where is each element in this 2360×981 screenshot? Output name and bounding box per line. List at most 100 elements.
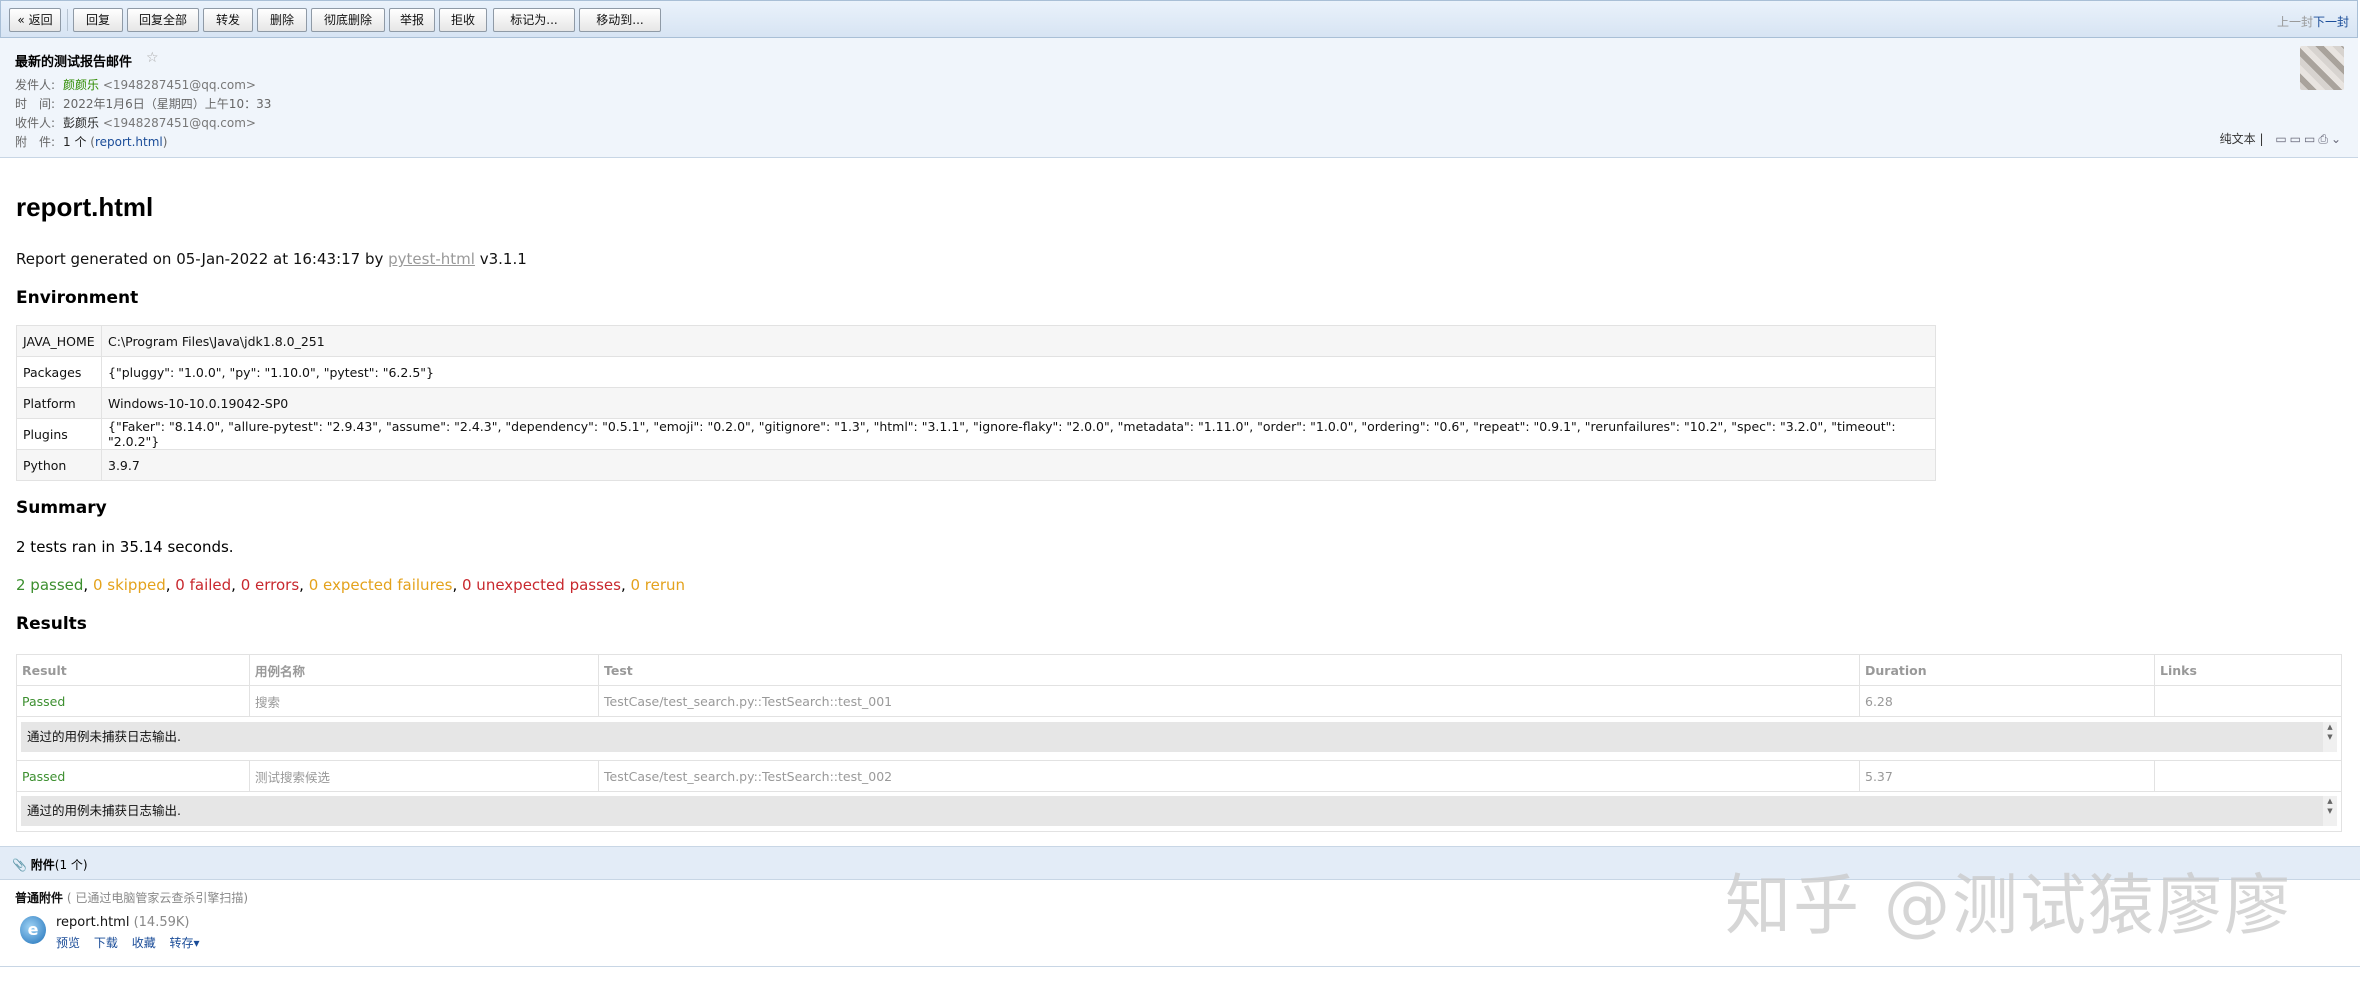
back-button[interactable]: « 返回 [9, 8, 61, 32]
paperclip-icon: 📎 [12, 858, 27, 872]
env-value: C:\Program Files\Java\jdk1.8.0_251 [101, 325, 1936, 357]
sender-name[interactable]: 颜颜乐 [63, 78, 99, 92]
env-value: {"pluggy": "1.0.0", "py": "1.10.0", "pyt… [101, 356, 1936, 388]
report-spam-button[interactable]: 举报 [389, 8, 435, 32]
save-to-dropdown[interactable]: 转存▾ [170, 936, 200, 950]
time-row: 时 间: 2022年1月6日（星期四）上午10：33 [15, 95, 271, 112]
col-duration[interactable]: Duration [1859, 654, 2155, 686]
time-label: 时 间: [15, 97, 56, 111]
to-label: 收件人: [15, 116, 56, 130]
env-row: Plugins {"Faker": "8.14.0", "allure-pytes… [16, 418, 1936, 450]
forward-button[interactable]: 转发 [203, 8, 253, 32]
attachment-label: 附 件: [15, 135, 56, 149]
recipient-name[interactable]: 彭颜乐 [63, 116, 99, 130]
env-key: Packages [16, 356, 102, 388]
from-row: 发件人: 颜颜乐 <1948287451@qq.com> [15, 76, 256, 93]
col-links: Links [2154, 654, 2342, 686]
log-scrollbar[interactable]: ▲ ▼ [2323, 722, 2337, 752]
watermark: 知乎 @测试猿廖廖 [1725, 867, 2292, 944]
attachment-file[interactable]: report.html (14.59K) [56, 915, 189, 930]
summary-counts: 2 passed, 0 skipped, 0 failed, 0 errors,… [16, 576, 686, 594]
case-name-cell: 搜索 [249, 685, 599, 717]
test-cell: TestCase/test_search.py::TestSearch::tes… [598, 685, 1860, 717]
env-row: JAVA_HOME C:\Program Files\Java\jdk1.8.0_… [16, 325, 1936, 357]
links-cell [2154, 685, 2342, 717]
recipient-address: <1948287451@qq.com> [102, 116, 256, 130]
env-value: {"Faker": "8.14.0", "allure-pytest": "2.… [101, 418, 1936, 450]
pytest-html-link[interactable]: pytest-html [388, 250, 475, 268]
sender-address: <1948287451@qq.com> [102, 78, 256, 92]
log-text: 通过的用例未捕获日志输出. [27, 803, 181, 818]
log-text: 通过的用例未捕获日志输出. [27, 729, 181, 744]
table-row[interactable]: Passed 搜索 TestCase/test_search.py::TestS… [16, 685, 2342, 717]
view-options-icon[interactable]: ▭▭▭⎙⌄ [2275, 132, 2344, 147]
report-title: report.html [16, 192, 154, 222]
reply-button[interactable]: 回复 [73, 8, 123, 32]
links-cell [2154, 760, 2342, 792]
env-key: Python [16, 449, 102, 481]
toolbar-separator [67, 9, 68, 31]
next-mail-link[interactable]: 下一封 [2313, 13, 2349, 30]
env-value: Windows-10-10.0.19042-SP0 [101, 387, 1936, 419]
attachment-section-label: 普通附件 ( 已通过电脑管家云查杀引擎扫描) [15, 891, 249, 905]
result-cell: Passed [16, 685, 250, 717]
mark-as-dropdown[interactable]: 标记为... [493, 8, 575, 32]
mail-subject: 最新的测试报告邮件 [15, 55, 133, 70]
results-header-row: Result 用例名称 Test Duration Links [16, 654, 2342, 686]
results-heading: Results [16, 614, 87, 634]
col-case-name[interactable]: 用例名称 [249, 654, 599, 686]
case-name-cell: 测试搜索候选 [249, 760, 599, 792]
duration-cell: 5.37 [1859, 760, 2155, 792]
move-to-dropdown[interactable]: 移动到... [579, 8, 661, 32]
bottom-divider [0, 966, 2360, 967]
log-output-box[interactable]: 通过的用例未捕获日志输出. ▲ ▼ [21, 796, 2337, 826]
reject-button[interactable]: 拒收 [439, 8, 487, 32]
report-generated-line: Report generated on 05-Jan-2022 at 16:43… [16, 250, 527, 268]
env-key: Platform [16, 387, 102, 419]
rerun-filter[interactable]: 0 rerun [631, 576, 686, 594]
preview-link[interactable]: 预览 [56, 936, 80, 950]
summary-heading: Summary [16, 498, 107, 518]
plain-text-link[interactable]: 纯文本 [2220, 132, 2256, 146]
summary-text: 2 tests ran in 35.14 seconds. [16, 538, 234, 556]
download-link[interactable]: 下载 [94, 936, 118, 950]
env-value: 3.9.7 [101, 449, 1936, 481]
env-row: Packages {"pluggy": "1.0.0", "py": "1.10.… [16, 356, 1936, 388]
star-icon[interactable]: ☆ [146, 50, 159, 66]
mail-header: 最新的测试报告邮件 ☆ 发件人: 颜颜乐 <1948287451@qq.com> … [0, 38, 2358, 158]
env-row: Platform Windows-10-10.0.19042-SP0 [16, 387, 1936, 419]
from-label: 发件人: [15, 78, 56, 92]
reply-all-button[interactable]: 回复全部 [127, 8, 199, 32]
env-key: Plugins [16, 418, 102, 450]
attachment-count: 1 个 [63, 135, 87, 149]
unexpected-passes-filter[interactable]: 0 unexpected passes [462, 576, 621, 594]
environment-table: JAVA_HOME C:\Program Files\Java\jdk1.8.0_… [16, 325, 1936, 481]
attachment-link[interactable]: report.html [95, 135, 163, 149]
ie-file-icon: e [20, 916, 46, 944]
delete-button[interactable]: 删除 [257, 8, 307, 32]
toolbar: « 返回 回复 回复全部 转发 删除 彻底删除 举报 拒收 标记为... 移动到… [0, 0, 2358, 38]
skipped-filter[interactable]: 0 skipped [93, 576, 166, 594]
attachments-title: 📎 附件(1 个) [12, 858, 88, 872]
col-test[interactable]: Test [598, 654, 1860, 686]
col-result[interactable]: Result [16, 654, 250, 686]
failed-filter[interactable]: 0 failed [175, 576, 231, 594]
log-scrollbar[interactable]: ▲ ▼ [2323, 796, 2337, 826]
attachment-actions: 预览 下载 收藏 转存▾ [56, 934, 210, 951]
favorite-link[interactable]: 收藏 [132, 936, 156, 950]
avatar [2300, 46, 2344, 90]
environment-heading: Environment [16, 288, 139, 308]
prev-mail-link[interactable]: 上一封 [2277, 13, 2313, 30]
log-output-box[interactable]: 通过的用例未捕获日志输出. ▲ ▼ [21, 722, 2337, 752]
expected-failures-filter[interactable]: 0 expected failures [309, 576, 453, 594]
attachment-row: 附 件: 1 个 (report.html) [15, 135, 168, 149]
header-tools: 纯文本 | ▭▭▭⎙⌄ [2219, 132, 2344, 147]
errors-filter[interactable]: 0 errors [241, 576, 299, 594]
test-cell: TestCase/test_search.py::TestSearch::tes… [598, 760, 1860, 792]
scan-note: ( 已通过电脑管家云查杀引擎扫描) [66, 891, 249, 905]
delete-permanent-button[interactable]: 彻底删除 [311, 8, 385, 32]
table-row[interactable]: Passed 测试搜索候选 TestCase/test_search.py::T… [16, 760, 2342, 792]
to-row: 收件人: 彭颜乐 <1948287451@qq.com> [15, 114, 256, 131]
duration-cell: 6.28 [1859, 685, 2155, 717]
passed-filter[interactable]: 2 passed [16, 576, 83, 594]
